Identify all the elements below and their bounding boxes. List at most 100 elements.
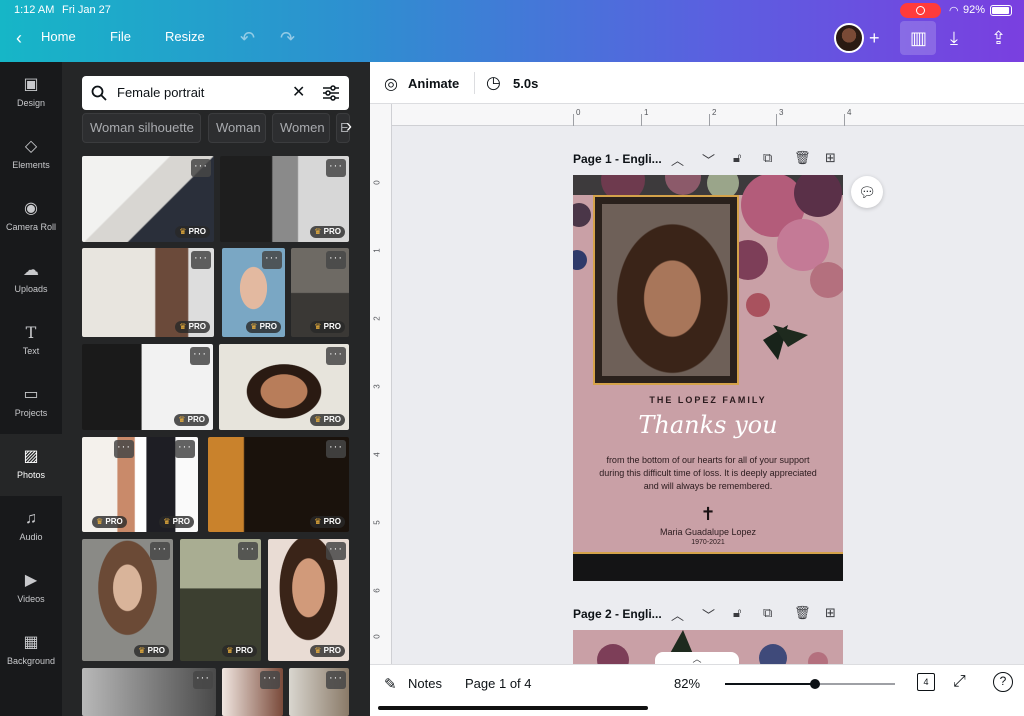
- design-page-1[interactable]: THE LOPEZ FAMILY Thanks you from the bot…: [573, 175, 843, 581]
- portrait-photo[interactable]: [602, 204, 730, 376]
- filter-icon[interactable]: [323, 85, 339, 101]
- rail-elements[interactable]: ◇ Elements: [0, 124, 62, 186]
- rail-design[interactable]: ▣ Design: [0, 62, 62, 124]
- photo-result[interactable]: ··· PRO: [82, 344, 213, 430]
- ruler-tick: [573, 114, 574, 126]
- chevron-down-icon[interactable]: ﹀: [702, 150, 715, 169]
- page-1-title[interactable]: Page 1 - Engli...: [573, 152, 662, 166]
- photo-result[interactable]: ··· PRO: [268, 539, 349, 661]
- layout-icon: ▣: [23, 76, 39, 93]
- download-icon[interactable]: ⤓: [950, 28, 958, 48]
- more-options-icon[interactable]: ···: [262, 251, 282, 269]
- photo-result[interactable]: ··· PRO: [82, 156, 214, 242]
- avatar[interactable]: [834, 23, 864, 53]
- card-message[interactable]: from the bottom of our hearts for all of…: [595, 454, 821, 493]
- help-icon[interactable]: ?: [993, 672, 1013, 692]
- photo-result[interactable]: ··· PRO: [291, 248, 349, 337]
- chip-women[interactable]: Women: [272, 113, 330, 143]
- card-thanks[interactable]: Thanks you: [573, 411, 843, 439]
- page-2-title[interactable]: Page 2 - Engli...: [573, 607, 662, 621]
- chip-woman[interactable]: Woman: [208, 113, 266, 143]
- photo-result[interactable]: ··· PRO: [82, 539, 173, 661]
- more-options-icon[interactable]: ···: [190, 347, 210, 365]
- chevron-up-icon[interactable]: ︿: [671, 605, 684, 624]
- rail-uploads[interactable]: ☁ Uploads: [0, 248, 62, 310]
- chevron-left-icon[interactable]: ‹: [16, 28, 22, 48]
- portrait-frame[interactable]: [593, 195, 739, 385]
- rail-label: Design: [16, 98, 45, 108]
- add-comment-icon[interactable]: 💬︎: [851, 176, 883, 208]
- more-options-icon[interactable]: ···: [193, 671, 213, 689]
- rail-text[interactable]: T Text: [0, 310, 62, 372]
- file-menu[interactable]: File: [110, 29, 131, 44]
- card-years[interactable]: 1970-2021: [573, 539, 843, 546]
- animate-button[interactable]: Animate: [408, 76, 459, 91]
- rail-label: Background: [6, 656, 56, 666]
- photo-result[interactable]: ··· PRO: [180, 539, 261, 661]
- rail-camera-roll[interactable]: ◉ Camera Roll: [0, 186, 62, 248]
- home-button[interactable]: Home: [41, 29, 76, 44]
- more-options-icon[interactable]: ···: [326, 542, 346, 560]
- more-options-icon[interactable]: ···: [150, 542, 170, 560]
- chevron-right-icon[interactable]: ›: [346, 116, 352, 137]
- card-family-name[interactable]: THE LOPEZ FAMILY: [573, 395, 843, 405]
- chevron-down-icon[interactable]: ﹀: [702, 605, 715, 624]
- zoom-slider[interactable]: [725, 679, 895, 689]
- chevron-up-icon[interactable]: ︿: [671, 150, 684, 169]
- search-input[interactable]: Female portrait ✕: [82, 76, 349, 110]
- zoom-slider-knob[interactable]: [810, 679, 821, 689]
- more-options-icon[interactable]: ···: [191, 159, 211, 177]
- more-options-icon[interactable]: ···: [326, 159, 346, 177]
- cloud-upload-icon: ☁: [23, 262, 39, 279]
- photo-result[interactable]: ··· PRO: [220, 156, 349, 242]
- page-grid-button[interactable]: 4: [917, 673, 935, 691]
- fullscreen-icon[interactable]: ⤢: [953, 673, 966, 691]
- photo-result[interactable]: ···: [289, 668, 349, 716]
- resize-button[interactable]: Resize: [165, 29, 205, 44]
- add-page-icon[interactable]: ⊞: [825, 605, 836, 621]
- more-options-icon[interactable]: ···: [326, 671, 346, 689]
- photo-result[interactable]: ··· ··· PRO PRO: [82, 437, 198, 532]
- rail-videos[interactable]: ▶ Videos: [0, 558, 62, 620]
- photo-result[interactable]: ··· PRO: [208, 437, 349, 532]
- more-options-icon[interactable]: ···: [191, 251, 211, 269]
- clear-icon[interactable]: ✕: [292, 82, 305, 102]
- photo-result[interactable]: ··· PRO: [219, 344, 349, 430]
- more-options-icon[interactable]: ···: [238, 542, 258, 560]
- duration-button[interactable]: 5.0s: [513, 76, 538, 91]
- pro-badge: PRO: [310, 414, 345, 426]
- lock-icon[interactable]: 🔓︎: [733, 605, 741, 621]
- more-options-icon[interactable]: ···: [114, 440, 134, 458]
- notes-button[interactable]: Notes: [408, 676, 442, 691]
- page-indicator[interactable]: Page 1 of 4: [465, 676, 532, 691]
- rail-audio[interactable]: ♫ Audio: [0, 496, 62, 558]
- photo-result[interactable]: ···: [82, 668, 216, 716]
- ruler-label: 5: [372, 520, 382, 525]
- rail-photos[interactable]: ▨ Photos: [0, 434, 62, 496]
- duplicate-icon[interactable]: ⧉: [763, 605, 772, 621]
- rail-background[interactable]: ▦ Background: [0, 620, 62, 682]
- redo-icon[interactable]: ↷: [280, 28, 295, 48]
- undo-icon[interactable]: ↶: [240, 28, 255, 48]
- lock-icon[interactable]: 🔓︎: [733, 150, 741, 166]
- add-page-icon[interactable]: ⊞: [825, 150, 836, 166]
- vertical-ruler: 0 1 2 3 4 5 6 0: [370, 104, 392, 664]
- add-collaborator-icon[interactable]: +: [869, 28, 880, 48]
- share-icon[interactable]: ⇪: [991, 28, 1006, 48]
- more-options-icon[interactable]: ···: [326, 440, 346, 458]
- zoom-value[interactable]: 82%: [674, 676, 700, 691]
- trash-icon[interactable]: 🗑︎: [794, 150, 811, 166]
- more-options-icon[interactable]: ···: [175, 440, 195, 458]
- photo-result[interactable]: ··· PRO: [82, 248, 214, 337]
- card-deceased-name[interactable]: Maria Guadalupe Lopez: [573, 527, 843, 537]
- more-options-icon[interactable]: ···: [326, 347, 346, 365]
- duplicate-icon[interactable]: ⧉: [763, 150, 772, 166]
- rail-projects[interactable]: ▭ Projects: [0, 372, 62, 434]
- chip-woman-silhouette[interactable]: Woman silhouette: [82, 113, 201, 143]
- more-options-icon[interactable]: ···: [326, 251, 346, 269]
- photo-result[interactable]: ··· PRO: [222, 248, 285, 337]
- trash-icon[interactable]: 🗑︎: [794, 605, 811, 621]
- ruler-label: 3: [372, 384, 382, 389]
- photo-result[interactable]: ···: [222, 668, 283, 716]
- more-options-icon[interactable]: ···: [260, 671, 280, 689]
